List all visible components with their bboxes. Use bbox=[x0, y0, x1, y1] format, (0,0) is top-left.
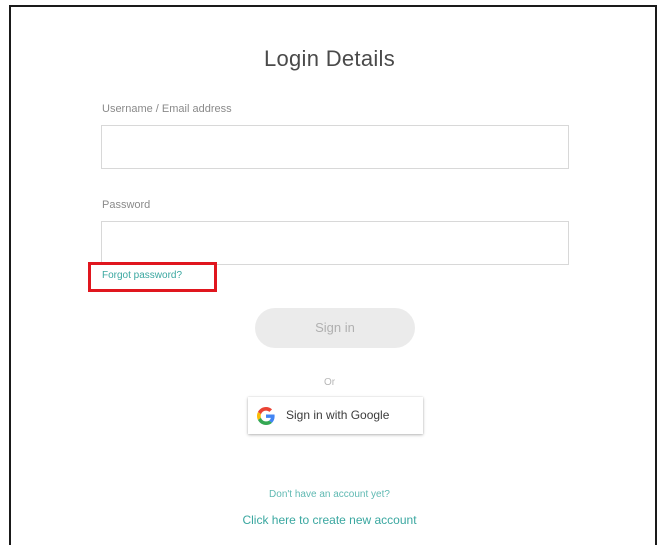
forgot-password-link[interactable]: Forgot password? bbox=[102, 270, 182, 281]
no-account-text: Don't have an account yet? bbox=[269, 489, 390, 500]
google-sign-in-label: Sign in with Google bbox=[286, 408, 390, 422]
or-divider-text: Or bbox=[323, 377, 336, 388]
username-input[interactable] bbox=[101, 125, 569, 169]
username-label: Username / Email address bbox=[102, 103, 232, 115]
page-title: Login Details bbox=[263, 46, 396, 71]
password-input[interactable] bbox=[101, 221, 569, 265]
sign-in-button[interactable]: Sign in bbox=[255, 308, 415, 348]
create-account-link[interactable]: Click here to create new account bbox=[0, 513, 659, 527]
password-label: Password bbox=[102, 199, 151, 211]
google-sign-in-button[interactable]: Sign in with Google bbox=[248, 397, 423, 434]
google-icon bbox=[257, 407, 275, 425]
